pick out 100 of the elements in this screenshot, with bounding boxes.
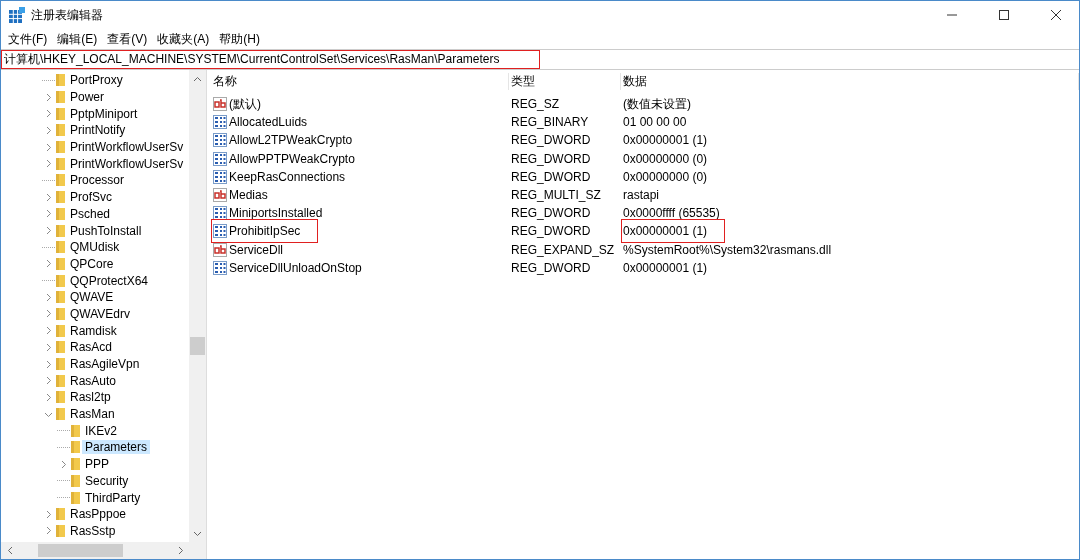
folder-icon <box>55 223 66 238</box>
column-header[interactable]: 名称 <box>211 72 509 90</box>
folder-icon <box>55 106 66 121</box>
table-cell-text: REG_MULTI_SZ <box>510 187 602 202</box>
folder-icon <box>55 390 66 405</box>
folder-icon <box>55 190 66 205</box>
tree-item[interactable]: Processor <box>67 173 128 188</box>
tree-item[interactable]: PPP <box>82 457 112 472</box>
folder-icon <box>70 490 81 505</box>
maximize-icon <box>999 10 1009 20</box>
scroll-up-icon[interactable] <box>193 75 202 82</box>
tree-item[interactable]: Power <box>67 90 107 105</box>
folder-icon <box>55 407 66 422</box>
tree-item[interactable]: ProfSvc <box>67 190 115 205</box>
table-cell-text: REG_SZ <box>510 97 560 111</box>
table-cell-text: REG_EXPAND_SZ <box>510 242 616 257</box>
menu-item[interactable]: 查看(V) <box>102 30 153 48</box>
tree-item[interactable]: QWAVE <box>67 290 117 305</box>
binary-value-icon <box>213 260 227 275</box>
scroll-down-icon[interactable] <box>193 530 202 537</box>
tree-item[interactable]: ThirdParty <box>82 490 144 505</box>
tree-item[interactable]: RasAuto <box>67 373 120 388</box>
folder-icon <box>55 156 66 171</box>
menu-item[interactable]: 编辑(E) <box>52 30 103 48</box>
folder-icon <box>55 323 66 338</box>
folder-icon <box>55 140 66 155</box>
table-cell-text: REG_DWORD <box>510 224 592 239</box>
string-value-icon <box>213 97 227 111</box>
tree-item[interactable]: IKEv2 <box>82 423 120 438</box>
binary-value-icon <box>213 169 227 184</box>
column-header[interactable]: 类型 <box>509 72 621 90</box>
value-data-cell-text: 0x00000001 (1) <box>622 259 709 277</box>
tree-item[interactable]: Security <box>82 473 132 488</box>
table-cell-text: REG_DWORD <box>510 151 592 166</box>
address-field[interactable]: 计算机\HKEY_LOCAL_MACHINE\SYSTEM\CurrentControlSet\Services\RasMan\Parameters <box>1 50 540 69</box>
value-data-cell-text: (数值未设置) <box>622 95 692 113</box>
table-cell-text: REG_DWORD <box>510 133 592 148</box>
folder-icon <box>55 173 66 188</box>
table-cell-text: REG_BINARY <box>510 115 590 130</box>
menu-item[interactable]: 帮助(H) <box>214 30 265 48</box>
value-data-cell-text: %SystemRoot%\System32\rasmans.dll <box>622 241 833 259</box>
value-name-cell: AllowPPTPWeakCrypto <box>211 146 357 171</box>
tree-item[interactable]: QQProtectX64 <box>67 273 152 288</box>
string-value-icon <box>213 242 227 257</box>
scroll-left-icon[interactable] <box>6 546 13 555</box>
horizontal-scrollbar[interactable] <box>1 542 206 559</box>
close-icon <box>1051 10 1061 20</box>
binary-value-icon <box>213 224 227 239</box>
window-title: 注册表编辑器 <box>31 6 103 24</box>
folder-icon <box>55 206 66 221</box>
folder-icon <box>70 457 81 472</box>
folder-icon <box>55 523 66 538</box>
tree-item[interactable]: RasAgileVpn <box>67 357 143 372</box>
table-cell-text: REG_DWORD <box>510 169 592 184</box>
app-icon <box>9 7 25 23</box>
tree-item[interactable]: PortProxy <box>67 73 126 88</box>
folder-icon <box>70 440 81 455</box>
binary-value-icon <box>213 115 227 130</box>
folder-icon <box>70 473 81 488</box>
tree-item[interactable]: RasSstp <box>67 523 119 538</box>
tree-item[interactable]: Parameters <box>82 440 151 455</box>
folder-icon <box>70 423 81 438</box>
folder-icon <box>55 507 66 522</box>
folder-icon <box>55 290 66 305</box>
folder-icon <box>55 90 66 105</box>
folder-icon <box>55 340 66 355</box>
table-cell-text: REG_DWORD <box>510 260 592 275</box>
tree-item[interactable]: QWAVEdrv <box>67 306 133 321</box>
scroll-right-icon[interactable] <box>177 546 184 555</box>
folder-icon <box>55 273 66 288</box>
tree-item[interactable]: Ramdisk <box>67 323 120 338</box>
tree-item[interactable]: RasAcd <box>67 340 116 355</box>
folder-icon <box>55 357 66 372</box>
tree-item[interactable]: QPCore <box>67 256 117 271</box>
tree-item[interactable]: PrintWorkflowUserSv <box>67 140 187 155</box>
menu-item[interactable]: 文件(F) <box>3 30 53 48</box>
tree-item[interactable]: RasPppoe <box>67 507 130 522</box>
binary-value-icon <box>213 133 227 148</box>
menu-item[interactable]: 收藏夹(A) <box>152 30 215 48</box>
tree-item[interactable]: PushToInstall <box>67 223 145 238</box>
tree-item[interactable]: Rasl2tp <box>67 390 114 405</box>
folder-icon <box>55 256 66 271</box>
tree-item[interactable]: QMUdisk <box>67 240 123 255</box>
value-data-cell-text: 01 00 00 00 <box>622 114 688 132</box>
tree-item[interactable]: PptpMiniport <box>67 106 141 121</box>
value-data-cell-text: 0x00000000 (0) <box>622 150 709 168</box>
tree-item[interactable]: RasMan <box>67 407 118 422</box>
tree-item[interactable]: PrintNotify <box>67 123 129 138</box>
value-data-cell-text: 0x00000000 (0) <box>622 168 709 186</box>
column-header[interactable]: 数据 <box>621 72 1079 90</box>
value-data-cell-text: rastapi <box>622 186 661 204</box>
folder-icon <box>55 73 66 88</box>
folder-icon <box>55 240 66 255</box>
binary-value-icon <box>213 151 227 166</box>
scrollbar-thumb[interactable] <box>38 544 123 557</box>
tree-item[interactable]: Psched <box>67 206 114 221</box>
scrollbar-thumb[interactable] <box>190 337 205 355</box>
table-cell-text: REG_DWORD <box>510 206 592 221</box>
folder-icon <box>55 306 66 321</box>
tree-item[interactable]: PrintWorkflowUserSv <box>67 156 187 171</box>
